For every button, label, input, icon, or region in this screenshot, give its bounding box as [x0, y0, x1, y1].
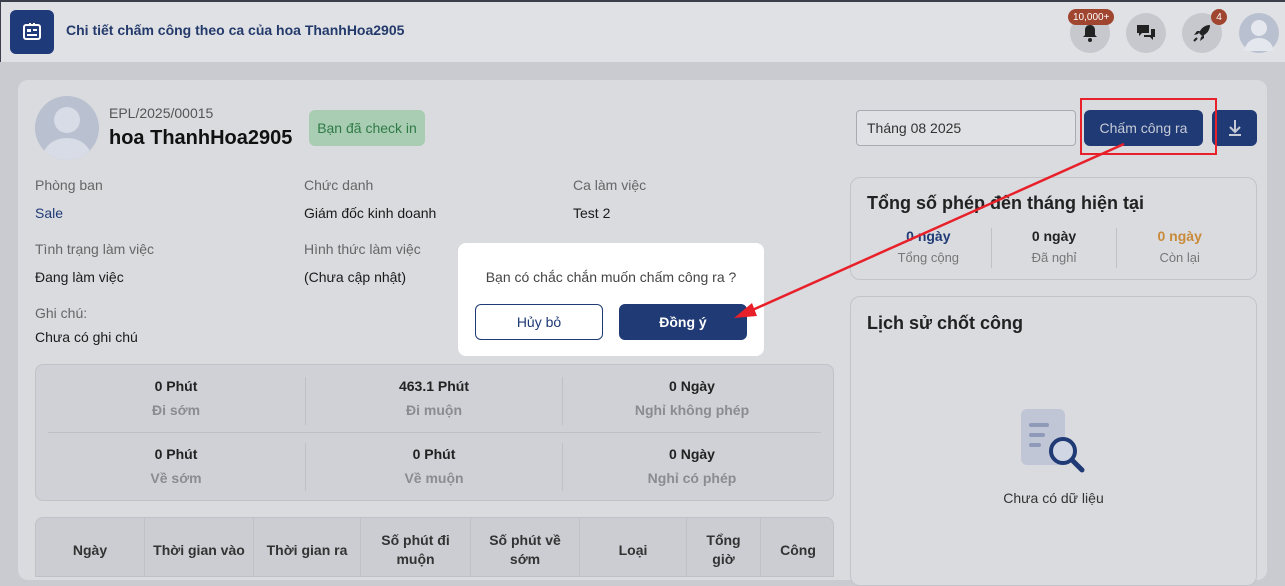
annotation-arrow [734, 142, 1125, 318]
